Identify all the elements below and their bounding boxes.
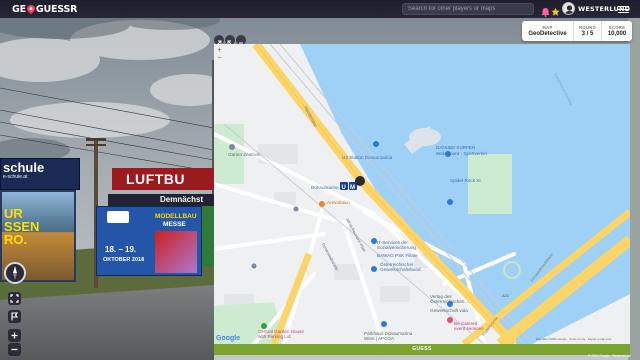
set-checkpoint-button[interactable] bbox=[8, 310, 21, 323]
map-label-danube2: Wakeboard · Sportverein bbox=[436, 151, 487, 156]
map-label-oegb2: Gewerkschaftsbund bbox=[380, 267, 421, 272]
billboard-demnachst: Demnächst bbox=[108, 194, 214, 206]
zoom-in-button[interactable] bbox=[8, 329, 21, 342]
guess-button[interactable]: GUESS bbox=[214, 344, 630, 355]
map-badge-u: U bbox=[342, 185, 346, 191]
status-score: SCORE 10,000 bbox=[602, 21, 632, 41]
hamburger-menu-button[interactable] bbox=[618, 4, 629, 14]
map-label-it-services2: Sozialversicherung bbox=[377, 245, 416, 250]
star-icon[interactable] bbox=[551, 4, 560, 16]
billboard-school: schule e-schule.at bbox=[0, 158, 80, 190]
menu-line-icon bbox=[618, 5, 629, 7]
fullscreen-button[interactable] bbox=[8, 292, 21, 305]
street-view-copyright: © 2021 Google · Terms of Use bbox=[588, 354, 632, 358]
zoom-out-button[interactable] bbox=[8, 343, 21, 356]
game-status-panel: MAP GeoDetective ROUND 3 / 5 SCORE 10,00… bbox=[522, 21, 632, 41]
map-attribution: Map data ©2021 Google · Terms of Use · R… bbox=[536, 337, 612, 341]
billboard-demnachst-text: Demnächst bbox=[160, 195, 204, 204]
billboard-school-text: schule bbox=[3, 160, 45, 175]
status-score-label: SCORE bbox=[608, 25, 626, 30]
billboard-modellbau-dates: 18. – 19. bbox=[105, 245, 137, 254]
user-avatar[interactable] bbox=[562, 2, 575, 15]
status-round: ROUND 3 / 5 bbox=[574, 21, 602, 41]
map-label-be-catered2: event services bbox=[454, 326, 484, 331]
menu-line-icon bbox=[618, 8, 629, 10]
minus-icon bbox=[11, 348, 18, 351]
billboard-luftbu-text: LUFTBU bbox=[126, 171, 185, 187]
billboard-modellbau-image bbox=[155, 231, 197, 273]
map-zoom-out-button[interactable]: − bbox=[216, 55, 223, 63]
billboard-modellbau-logo bbox=[107, 211, 129, 223]
map-label-donaumarina: Donaumarina bbox=[311, 185, 339, 190]
map-label-gerlach: Garten Zentrum bbox=[228, 152, 261, 157]
player-map-search-input[interactable] bbox=[402, 3, 534, 15]
status-score-value: 10,000 bbox=[607, 31, 627, 37]
map-zoom-in-button[interactable]: + bbox=[216, 47, 223, 55]
map-google-logo: Google bbox=[216, 335, 240, 342]
map-label-parkhaus2: Wien | APCOA bbox=[364, 336, 395, 341]
billboard-modellbau-messe: MESSE bbox=[163, 221, 186, 228]
map-label-bawag: BAWAG PSK Filiale bbox=[377, 253, 418, 258]
logo-pin-icon bbox=[26, 4, 35, 14]
flag-icon bbox=[11, 312, 19, 321]
status-map-label: MAP bbox=[542, 25, 553, 30]
map-badge-m: M bbox=[350, 185, 355, 191]
status-map-value: GeoDetective bbox=[528, 31, 567, 37]
status-round-label: ROUND bbox=[579, 25, 596, 30]
billboard-green bbox=[202, 206, 214, 266]
status-map: MAP GeoDetective bbox=[522, 21, 574, 41]
geoguessr-logo[interactable]: GE GUESSR bbox=[12, 3, 77, 15]
billboard-modellbau-title: MODELLBAU bbox=[155, 213, 197, 220]
top-navigation-bar: GE GUESSR WESTERLUND bbox=[0, 0, 640, 18]
billboard-travel-text-ro: RO. bbox=[4, 232, 28, 247]
compass-control[interactable] bbox=[4, 262, 26, 284]
plus-icon bbox=[11, 332, 18, 339]
logo-text-left: GE bbox=[12, 3, 26, 15]
fullscreen-icon bbox=[10, 294, 19, 303]
billboard-luftbu: LUFTBU bbox=[112, 168, 214, 190]
map-label-spider: Spider Rock XI bbox=[450, 178, 481, 183]
logo-text-right: GUESSR bbox=[35, 3, 78, 15]
billboard-travel-text-ur: UR bbox=[4, 206, 23, 221]
map-canvas: Handelskai U2 Station Donaumarina Garten… bbox=[214, 44, 630, 344]
map-label-a22: A22 bbox=[502, 293, 510, 298]
status-round-value: 3 / 5 bbox=[581, 31, 594, 37]
menu-line-icon bbox=[618, 11, 629, 13]
map-label-danube: DANUBE SURFER bbox=[436, 145, 476, 150]
map-label-gewerkschaft: Gewerkschaft vida bbox=[430, 308, 468, 313]
billboard-modellbau-month: OKTOBER 2018 bbox=[103, 257, 145, 263]
compass-needle-icon bbox=[13, 266, 17, 280]
billboard-modellbau: MODELLBAU MESSE 18. – 19. OKTOBER 2018 bbox=[96, 206, 202, 276]
map-label-garden-house2: with Parking Lot bbox=[258, 334, 291, 339]
map-label-verlag2: Österreichischen ... bbox=[430, 298, 470, 304]
map-label-ud-station: U2 Station Donaumarina bbox=[342, 155, 393, 160]
map-label-arevolution: Arevolution bbox=[327, 200, 350, 205]
guess-map[interactable]: Handelskai U2 Station Donaumarina Garten… bbox=[214, 44, 630, 344]
notification-bell-icon[interactable] bbox=[541, 4, 550, 17]
